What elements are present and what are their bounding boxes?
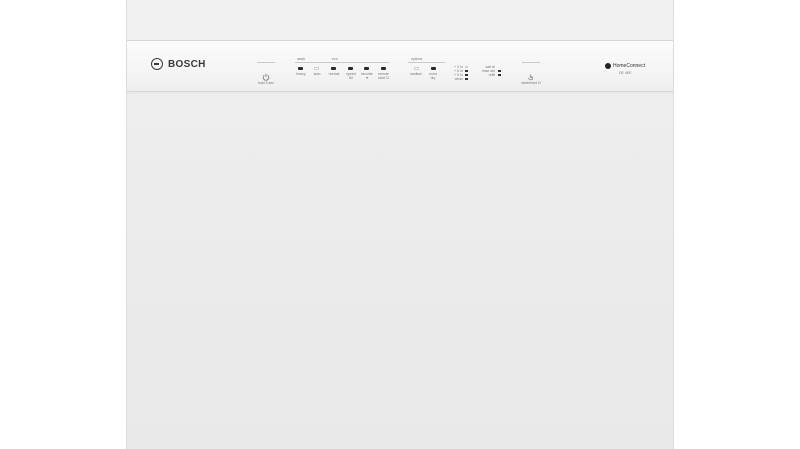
options-header: options xyxy=(411,57,423,61)
brand-name: BOSCH xyxy=(168,58,206,70)
rinse-aid-indicator xyxy=(498,69,501,72)
led-extra-dry xyxy=(431,67,436,70)
wash-header: wash xyxy=(297,57,306,61)
options-line xyxy=(408,62,445,63)
delay-9hr-indicator xyxy=(465,73,468,76)
led-remote-start xyxy=(381,67,386,70)
start-touch-icon xyxy=(527,74,533,81)
program-auto[interactable]: auto xyxy=(310,72,324,76)
power-divider xyxy=(257,62,275,63)
home-connect: HomeConnect xyxy=(605,63,645,69)
led-heavy xyxy=(298,67,303,70)
option-sanitize[interactable]: sanitize xyxy=(408,72,424,76)
led-sanitize xyxy=(414,67,419,70)
option-extra-dry[interactable]: extra dry xyxy=(427,72,439,80)
refill-indicator xyxy=(498,73,501,76)
program-heavy[interactable]: heavy xyxy=(294,72,308,76)
led-normal xyxy=(331,67,336,70)
program-favorite[interactable]: favorite ♥ xyxy=(360,72,374,80)
eco-header: eco xyxy=(332,57,338,61)
led-favorite xyxy=(364,67,369,70)
status-refill: refill xyxy=(488,73,495,77)
led-speed xyxy=(348,67,353,70)
status-clean: clean xyxy=(454,77,463,81)
power-label: hold 3 sec xyxy=(258,81,274,85)
start-divider xyxy=(522,62,540,63)
wash-line xyxy=(295,62,335,63)
start-label: start/reset ⊡ xyxy=(521,81,541,85)
program-speed[interactable]: speed 60 xyxy=(345,72,357,80)
led-auto xyxy=(314,67,319,70)
program-normal[interactable]: normal xyxy=(326,72,342,76)
power-icon xyxy=(262,73,270,81)
home-connect-icon xyxy=(605,63,611,69)
home-connect-name: HomeConnect xyxy=(613,63,645,69)
control-panel: BOSCH hold 3 sec wash eco heavy auto nor… xyxy=(127,40,673,92)
brand: BOSCH xyxy=(151,58,206,70)
delay-6hr-indicator xyxy=(465,69,468,72)
delay-3hr-indicator xyxy=(465,65,468,68)
home-connect-sub: DE 4KE xyxy=(619,71,632,75)
bosch-logo-icon xyxy=(151,58,163,70)
eco-line xyxy=(335,62,389,63)
clean-indicator xyxy=(465,77,468,80)
dishwasher-door: BOSCH hold 3 sec wash eco heavy auto nor… xyxy=(126,0,674,449)
program-remote-start[interactable]: remote start ⊡ xyxy=(375,72,392,80)
